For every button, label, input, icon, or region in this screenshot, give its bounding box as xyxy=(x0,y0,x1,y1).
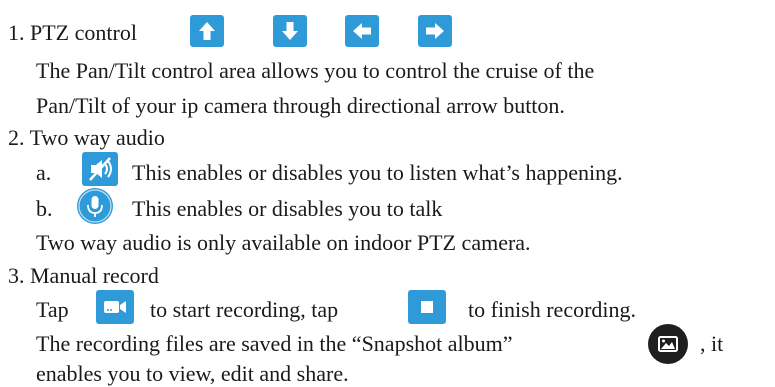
speaker-mute-icon[interactable] xyxy=(82,152,118,186)
instruction-page: 1. PTZ control The Pan/Tilt control area… xyxy=(0,0,775,387)
arrow-left-icon[interactable] xyxy=(345,15,379,47)
arrow-right-icon[interactable] xyxy=(418,15,452,47)
audio-item-b-marker: b. xyxy=(36,196,53,221)
arrow-up-icon[interactable] xyxy=(190,15,224,47)
ptz-desc-line2: Pan/Tilt of your ip camera through direc… xyxy=(36,93,565,118)
arrow-down-icon[interactable] xyxy=(273,15,307,47)
record-heading: 3. Manual record xyxy=(8,263,159,288)
microphone-icon[interactable] xyxy=(77,188,113,224)
video-camera-icon[interactable] xyxy=(96,290,134,324)
audio-item-b-text: This enables or disables you to talk xyxy=(132,196,443,221)
ptz-heading: 1. PTZ control xyxy=(8,20,137,45)
ptz-desc-line1: The Pan/Tilt control area allows you to … xyxy=(36,58,595,83)
record-saved-tail: , it xyxy=(700,331,724,356)
stop-icon[interactable] xyxy=(408,290,446,324)
audio-item-a-text: This enables or disables you to listen w… xyxy=(132,160,623,185)
audio-item-a-marker: a. xyxy=(36,160,52,185)
record-tap-label: Tap xyxy=(36,297,69,322)
record-saved-text: The recording files are saved in the “Sn… xyxy=(36,331,513,356)
record-finish-text: to finish recording. xyxy=(468,297,637,322)
record-last-line: enables you to view, edit and share. xyxy=(36,361,349,386)
ptz-heading-line: 1. PTZ control xyxy=(8,20,137,46)
audio-heading: 2. Two way audio xyxy=(8,125,165,150)
photo-album-icon[interactable] xyxy=(648,324,688,364)
record-start-text: to start recording, tap xyxy=(150,297,339,322)
audio-note: Two way audio is only available on indoo… xyxy=(36,230,531,255)
